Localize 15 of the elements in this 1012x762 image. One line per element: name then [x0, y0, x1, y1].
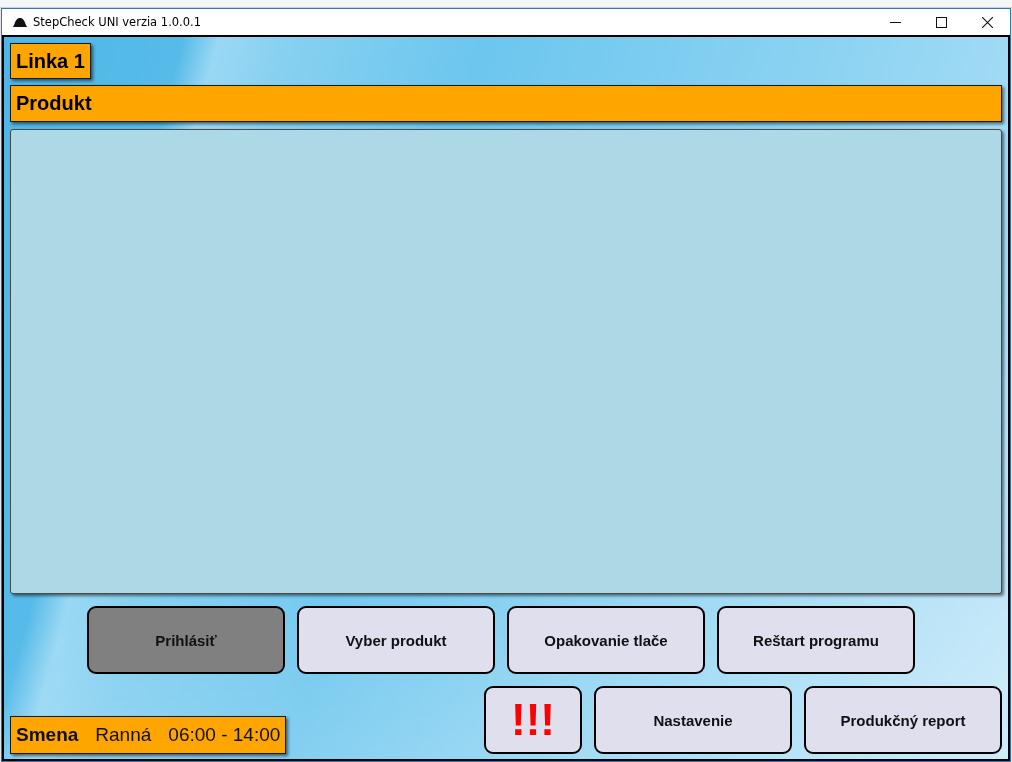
dome-icon: [13, 17, 27, 27]
shift-name: Ranná: [95, 724, 152, 746]
product-header: Produkt: [10, 85, 1002, 122]
window-title: StepCheck UNI verzia 1.0.0.1: [33, 15, 202, 29]
action-button[interactable]: Nastavenie: [594, 686, 792, 754]
shift-label: Smena: [16, 724, 79, 746]
action-button[interactable]: Produkčný report: [804, 686, 1002, 754]
line-label: Linka 1: [10, 43, 91, 79]
shift-time: 06:00 - 14:00: [168, 724, 281, 746]
maximize-icon: [935, 16, 947, 28]
close-icon: [981, 16, 993, 28]
action-button[interactable]: Reštart programu: [717, 606, 915, 674]
action-button[interactable]: Opakovanie tlače: [507, 606, 705, 674]
minimize-icon: [889, 21, 901, 23]
action-button[interactable]: Vyber produkt: [297, 606, 495, 674]
